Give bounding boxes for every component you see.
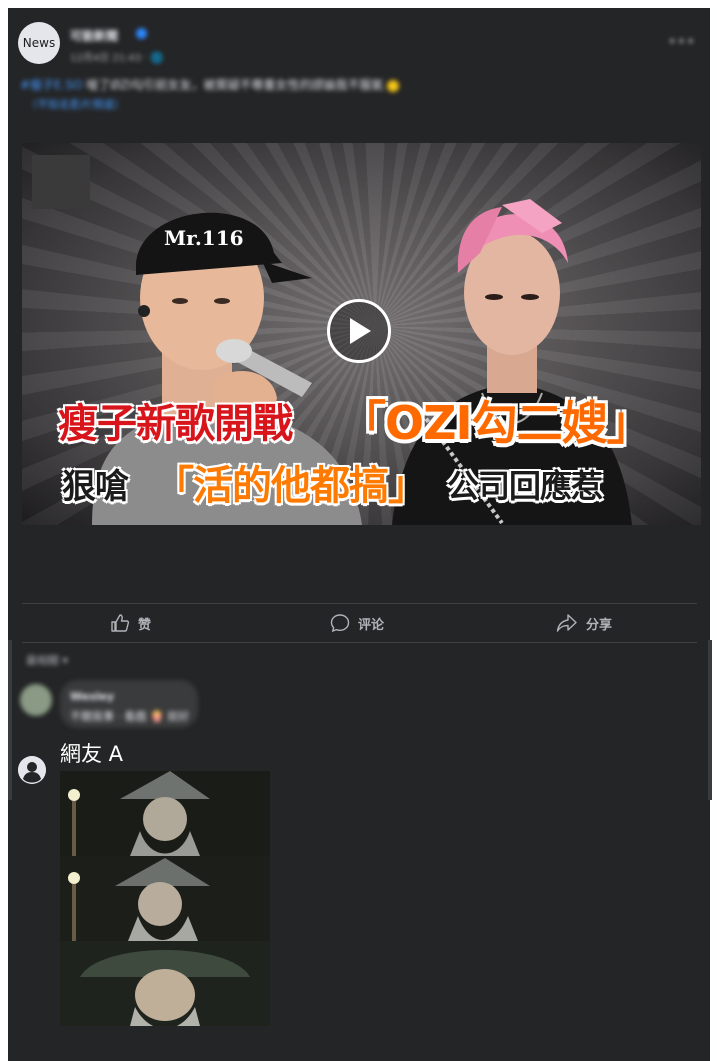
like-button[interactable]: 赞 [110, 610, 151, 636]
headline-line2-black-b: 公司回應惹 [447, 467, 603, 505]
more-options-icon[interactable]: ••• [668, 34, 696, 50]
comment-bubble-icon [330, 614, 350, 633]
share-button[interactable]: 分享 [556, 610, 612, 636]
post-link[interactable]: （不知名影片頻道） [26, 96, 125, 112]
comment-meme-image[interactable] [60, 771, 270, 1026]
divider-bottom [22, 642, 697, 643]
card-edge-right [708, 640, 712, 800]
share-arrow-icon [556, 614, 577, 632]
cap-text: Mr.116 [164, 226, 244, 250]
comment-button[interactable]: 评论 [330, 610, 384, 636]
user-avatar[interactable] [18, 756, 46, 784]
emoji-icon [387, 79, 400, 92]
commenter-avatar-1[interactable] [20, 684, 52, 716]
post-body: 嗆了ØZI勾引前女友，被質疑不尊重女性的謬論我不服氣 [82, 78, 384, 92]
video-thumbnail[interactable]: Mr.116 瘦子新歌開戰 「OZI勾二嫂」 狠嗆 「活的他都搞」 公司回應惹 [22, 143, 701, 525]
meme-panel-3 [60, 941, 270, 1026]
play-button[interactable] [327, 299, 391, 363]
meme-panel-1 [60, 771, 270, 856]
comment-author-1[interactable]: Wesley [70, 690, 114, 703]
comment-sort-dropdown[interactable]: 最相關 ▾ [26, 652, 68, 668]
page-avatar-label: News [22, 36, 56, 50]
share-label: 分享 [586, 617, 613, 633]
comment-label: 评论 [358, 617, 385, 633]
post-timestamp[interactable]: 12月4日 21:43 · 🌐 [70, 49, 163, 64]
user-silhouette-icon [18, 756, 46, 784]
post-hashtag[interactable]: #瘦子E.SO [20, 78, 83, 92]
commenter-name[interactable]: 網友 A [60, 738, 123, 768]
divider-top [22, 603, 697, 604]
headline-line2-black-a: 狠嗆 [62, 467, 129, 507]
meme-panel-2 [60, 856, 270, 941]
verified-badge-icon [136, 28, 147, 39]
page-avatar[interactable]: News [18, 22, 60, 64]
thumbs-up-icon [111, 614, 130, 632]
page-name[interactable]: 可能新聞 [70, 27, 118, 44]
headline-line1-red: 瘦子新歌開戰 [58, 401, 293, 447]
play-icon [350, 318, 371, 344]
like-label: 赞 [138, 617, 152, 633]
headline-line1-orange: 「OZI勾二嫂」 [340, 396, 653, 450]
headline-line2-orange: 「活的他都搞」 [154, 463, 428, 509]
comment-text-1: 不關我事 · 看戲 🍿 就好 [70, 710, 190, 723]
post-text: #瘦子E.SO 嗆了ØZI勾引前女友，被質疑不尊重女性的謬論我不服氣 [20, 76, 620, 94]
card-edge-left [8, 640, 12, 800]
